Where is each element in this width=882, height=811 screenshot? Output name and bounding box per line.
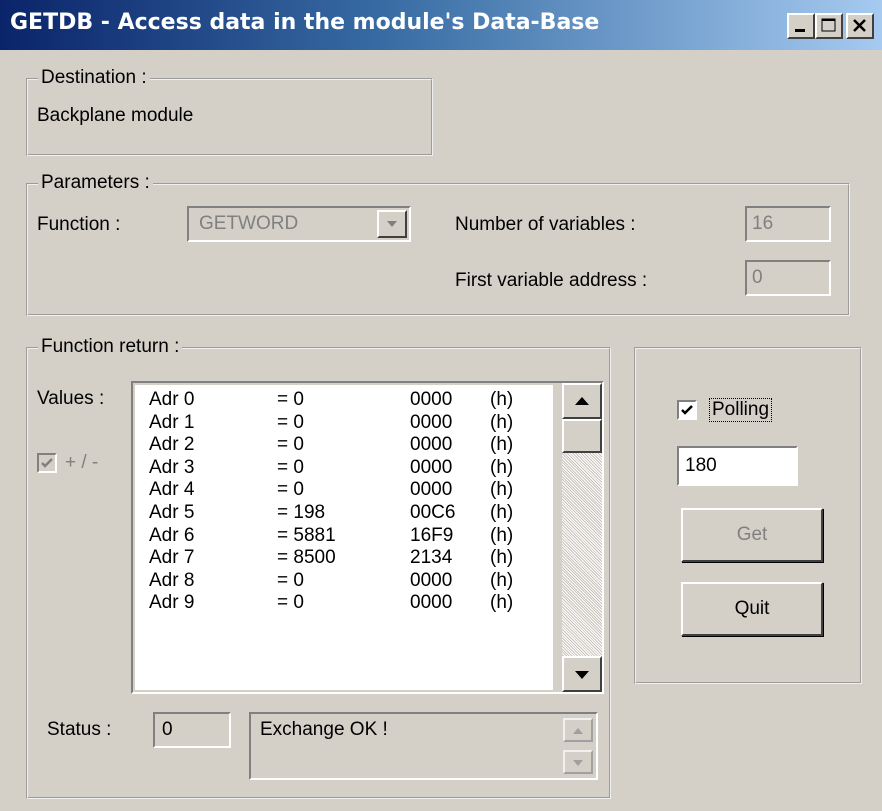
row-adr: Adr 2 (149, 434, 195, 456)
row-unit: (h) (490, 434, 514, 456)
row-val: = 0 (277, 389, 304, 410)
row-hex: 0000 (410, 569, 453, 591)
row-adr: Adr 1 (149, 411, 195, 433)
get-button[interactable]: Get (681, 508, 823, 562)
parameters-group: Parameters : (26, 173, 850, 316)
row-adr: Adr 9 (149, 592, 195, 614)
values-list: Adr 0 = 0 0000 (h) Adr 1 = 0 0000 (h) Adr 2 = 0 00… (135, 385, 553, 690)
row-unit: (h) (490, 547, 514, 569)
row-unit: (h) (490, 389, 514, 410)
row-hex: 0000 (410, 411, 453, 433)
row-hex: 2134 (410, 547, 453, 569)
row-hex: 0000 (410, 592, 453, 614)
num-vars-label: Number of variables : (455, 214, 636, 235)
row-val: = 0 (277, 569, 304, 591)
first-addr-label: First variable address : (455, 270, 648, 291)
polling-label[interactable]: Polling (709, 398, 773, 422)
row-hex: 0000 (410, 389, 453, 410)
dropdown-arrow-icon (387, 221, 397, 227)
plusminus-label: + / - (65, 452, 99, 473)
row-val: = 0 (277, 479, 304, 501)
plusminus-checkbox[interactable] (37, 453, 57, 473)
close-button[interactable] (846, 13, 874, 39)
row-adr: Adr 3 (149, 456, 195, 478)
maximize-button[interactable] (815, 13, 843, 39)
minimize-button[interactable] (787, 13, 815, 39)
destination-value: Backplane module (37, 105, 194, 126)
status-message: Exchange OK ! (260, 719, 388, 740)
row-val: = 0 (277, 434, 304, 456)
values-listbox[interactable]: Adr 0 = 0 0000 (h) Adr 1 = 0 0000 (h) Adr 2 = 0 00… (131, 381, 604, 694)
scroll-thumb[interactable] (562, 419, 602, 453)
row-adr: Adr 8 (149, 569, 195, 591)
scroll-up-icon (575, 397, 589, 405)
num-vars-field[interactable]: 16 (745, 206, 831, 242)
parameters-legend: Parameters : (38, 173, 153, 193)
polling-interval-field[interactable]: 180 (677, 446, 798, 486)
maximize-icon (821, 18, 836, 32)
row-hex: 0000 (410, 434, 453, 456)
first-addr-value: 0 (752, 267, 763, 288)
row-adr: Adr 5 (149, 502, 195, 523)
row-val: = 0 (277, 411, 304, 433)
row-val: = 0 (277, 592, 304, 614)
row-val: = 198 (277, 502, 326, 523)
num-vars-value: 16 (752, 213, 774, 234)
status-code: 0 (162, 719, 173, 740)
checkmark-icon (681, 405, 693, 415)
status-scroll-up-button[interactable] (563, 718, 593, 742)
minimize-icon (795, 29, 805, 32)
scroll-down-button[interactable] (562, 656, 602, 692)
row-unit: (h) (490, 479, 514, 501)
destination-legend: Destination : (38, 68, 150, 88)
row-hex: 0000 (410, 479, 453, 501)
row-hex: 0000 (410, 456, 453, 478)
scroll-down-icon (575, 671, 589, 679)
function-label: Function : (37, 214, 121, 235)
values-label: Values : (37, 388, 105, 409)
row-unit: (h) (490, 411, 514, 433)
first-addr-field[interactable]: 0 (745, 260, 831, 296)
status-message-box[interactable]: Exchange OK ! (249, 712, 598, 780)
row-adr: Adr 4 (149, 479, 195, 501)
row-unit: (h) (490, 524, 514, 546)
close-icon (853, 19, 866, 32)
row-val: = 0 (277, 456, 304, 478)
function-select[interactable]: GETWORD (187, 206, 411, 242)
function-return-legend: Function return : (38, 337, 183, 357)
status-label: Status : (47, 719, 112, 740)
scroll-up-button[interactable] (562, 383, 602, 419)
polling-checkbox[interactable] (677, 400, 697, 420)
row-unit: (h) (490, 592, 514, 614)
row-hex: 16F9 (410, 524, 454, 546)
function-dropdown-button[interactable] (377, 210, 407, 238)
row-hex: 00C6 (410, 502, 456, 523)
status-scroll-down-button[interactable] (563, 750, 593, 774)
row-adr: Adr 7 (149, 547, 195, 569)
window-title: GETDB - Access data in the module's Data… (10, 10, 600, 35)
row-adr: Adr 0 (149, 389, 195, 410)
title-bar[interactable]: GETDB - Access data in the module's Data… (0, 0, 882, 50)
row-val: = 8500 (277, 547, 336, 569)
checkmark-icon (41, 458, 53, 468)
row-unit: (h) (490, 456, 514, 478)
scroll-up-icon (573, 728, 583, 734)
getdb-window: GETDB - Access data in the module's Data… (0, 0, 882, 811)
row-adr: Adr 6 (149, 524, 195, 546)
row-unit: (h) (490, 502, 514, 523)
row-val: = 5881 (277, 524, 336, 546)
polling-interval-value: 180 (685, 455, 717, 476)
status-code-field: 0 (153, 712, 231, 748)
row-unit: (h) (490, 569, 514, 591)
function-value: GETWORD (199, 213, 299, 234)
scroll-down-icon (573, 760, 583, 766)
quit-button[interactable]: Quit (681, 582, 823, 636)
